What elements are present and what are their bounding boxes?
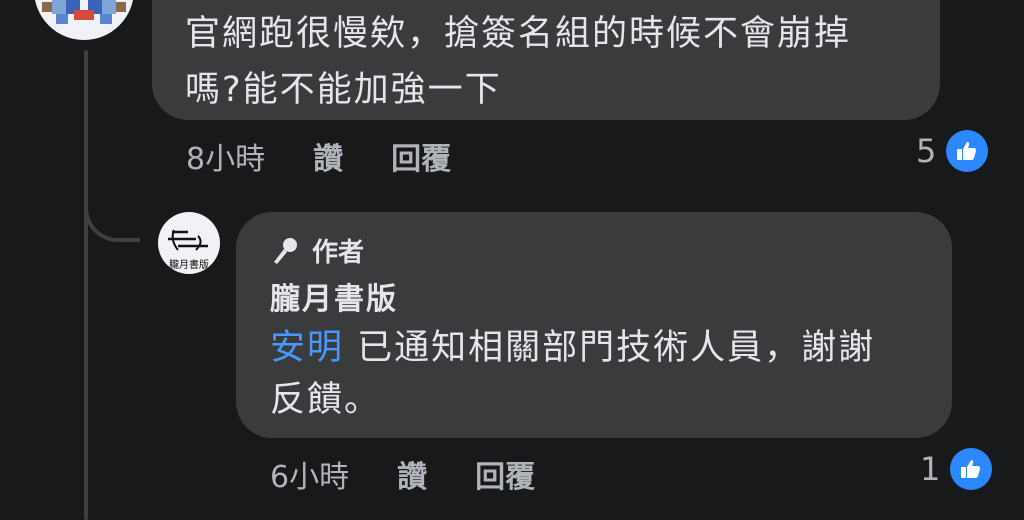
author-avatar[interactable]: 朧月書版	[158, 212, 220, 274]
thread-connector	[84, 190, 140, 242]
author-name[interactable]: 朧月書版	[270, 274, 398, 318]
reply-button[interactable]: 回覆	[475, 452, 535, 496]
like-count: 5	[916, 132, 937, 170]
mention-link[interactable]: 安明	[270, 328, 344, 368]
like-button[interactable]: 讚	[397, 452, 427, 496]
reply-button[interactable]: 回覆	[391, 134, 451, 178]
reply-text-line: 已通知相關部門技術人員，謝謝	[344, 328, 876, 368]
comment-text-line: 官網跑很慢欸，搶簽名組的時候不會崩掉	[185, 14, 852, 54]
author-badge: 作者	[270, 232, 364, 269]
comment-meta: 8小時 讚 回覆	[186, 134, 499, 178]
author-logo-text: 朧月書版	[169, 260, 209, 271]
like-count: 1	[920, 450, 941, 488]
thumbs-up-icon	[950, 448, 993, 490]
reply-time[interactable]: 6小時	[270, 452, 349, 496]
comment-time[interactable]: 8小時	[186, 134, 265, 178]
comment-text-line: 嗎?能不能加強一下	[185, 70, 502, 110]
like-button[interactable]: 讚	[313, 134, 343, 178]
reply-text: 安明 已通知相關部門技術人員，謝謝 反饋。	[270, 322, 940, 426]
reaction-count[interactable]: 5	[916, 130, 989, 172]
thread-line	[84, 50, 88, 520]
reply-meta: 6小時 讚 回覆	[270, 452, 583, 496]
commenter-avatar[interactable]	[34, 0, 134, 40]
microphone-icon	[274, 237, 297, 264]
reply-text-line: 反饋。	[270, 380, 382, 420]
reaction-count[interactable]: 1	[920, 448, 993, 490]
author-badge-label: 作者	[312, 238, 365, 268]
thumbs-up-icon	[946, 130, 989, 172]
comment-text: 官網跑很慢欸，搶簽名組的時候不會崩掉 嗎?能不能加強一下	[185, 6, 925, 118]
